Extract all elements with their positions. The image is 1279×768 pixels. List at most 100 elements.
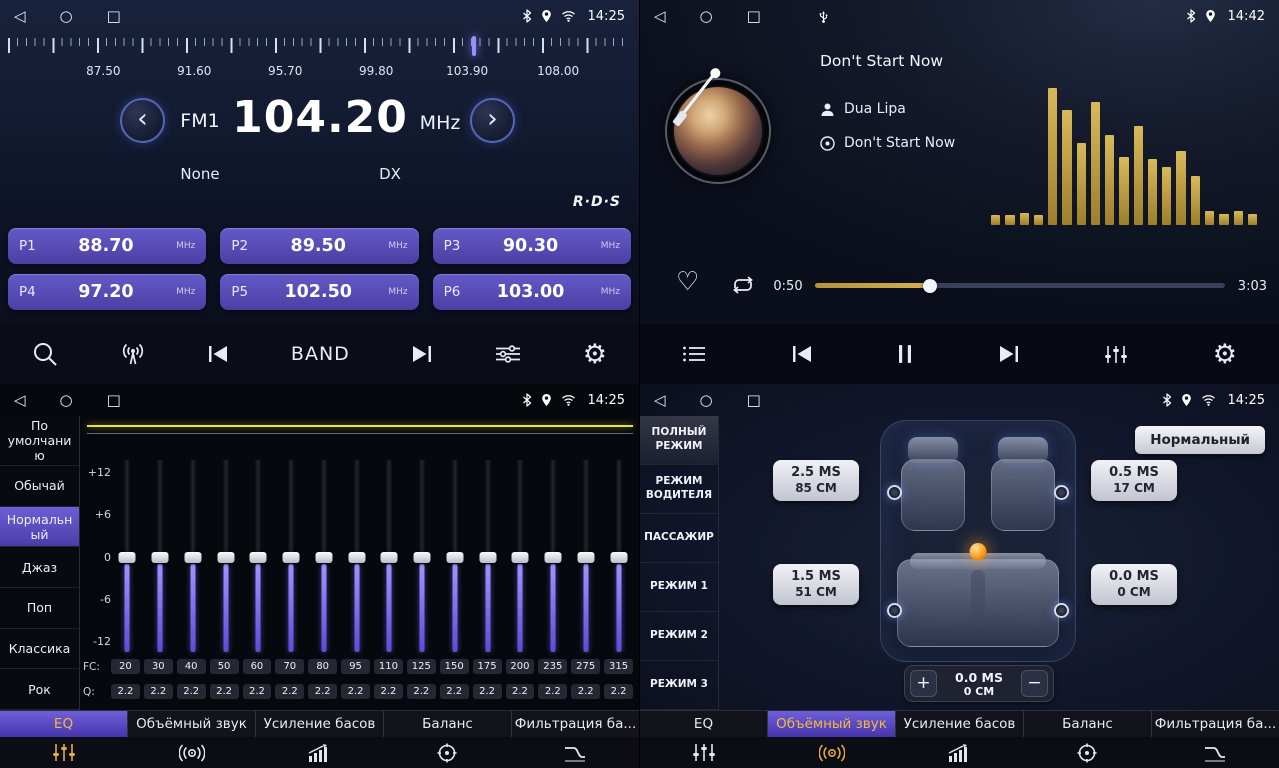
eq-slider-knob[interactable] bbox=[348, 552, 365, 563]
tab-eq[interactable]: EQ bbox=[0, 711, 128, 737]
mode-passenger[interactable]: ПАССАЖИР bbox=[640, 514, 718, 563]
tune-down-button[interactable]: ‹ bbox=[120, 98, 165, 143]
tab-surround[interactable]: Объёмный звук bbox=[128, 711, 256, 737]
tab-bass-boost[interactable]: Усиление басов bbox=[256, 711, 384, 737]
next-station-button[interactable] bbox=[411, 345, 433, 363]
tab-balance[interactable]: Баланс bbox=[1024, 711, 1152, 737]
eq-slider-knob[interactable] bbox=[512, 552, 529, 563]
eq-band-slider[interactable] bbox=[471, 460, 504, 652]
eq-band-slider[interactable] bbox=[144, 460, 177, 652]
eq-slider-knob[interactable] bbox=[381, 552, 398, 563]
tab-filter[interactable]: Фильтрация ба... bbox=[1152, 711, 1279, 737]
dx-mode-toggle[interactable]: DX bbox=[379, 165, 401, 183]
broadcast-button[interactable] bbox=[120, 343, 146, 365]
mode-full[interactable]: ПОЛНЫЙ РЕЖИМ bbox=[640, 416, 718, 465]
delay-increase-button[interactable]: + bbox=[910, 670, 937, 697]
eq-slider-knob[interactable] bbox=[414, 552, 431, 563]
seek-bar[interactable] bbox=[815, 283, 1225, 288]
preset-p2[interactable]: P289.50MHz bbox=[220, 228, 418, 264]
listening-position-marker[interactable] bbox=[970, 543, 987, 560]
audio-settings-button[interactable] bbox=[1104, 345, 1128, 364]
eq-band-slider[interactable] bbox=[602, 460, 635, 652]
nav-home-icon[interactable]: ○ bbox=[60, 9, 73, 24]
surround-tab-icon-cell[interactable] bbox=[768, 737, 896, 768]
tab-filter[interactable]: Фильтрация ба... bbox=[512, 711, 639, 737]
next-track-button[interactable] bbox=[998, 345, 1020, 363]
mode-1[interactable]: РЕЖИМ 1 bbox=[640, 563, 718, 612]
eq-slider-knob[interactable] bbox=[119, 552, 136, 563]
bass-tab-icon-cell[interactable] bbox=[896, 737, 1024, 768]
nav-home-icon[interactable]: ○ bbox=[700, 393, 713, 408]
tab-eq[interactable]: EQ bbox=[640, 711, 768, 737]
nav-recent-icon[interactable]: □ bbox=[107, 393, 121, 408]
eq-band-slider[interactable] bbox=[111, 460, 144, 652]
delay-decrease-button[interactable]: − bbox=[1021, 670, 1048, 697]
previous-station-button[interactable] bbox=[207, 345, 229, 363]
favorite-button[interactable]: ♡ bbox=[676, 269, 699, 295]
eq-band-slider[interactable] bbox=[275, 460, 308, 652]
mode-2[interactable]: РЕЖИМ 2 bbox=[640, 612, 718, 661]
album-art[interactable] bbox=[665, 78, 771, 184]
eq-band-slider[interactable] bbox=[537, 460, 570, 652]
filter-tab-icon-cell[interactable] bbox=[1151, 737, 1279, 768]
previous-track-button[interactable] bbox=[791, 345, 813, 363]
repeat-button[interactable] bbox=[730, 276, 756, 294]
nav-recent-icon[interactable]: □ bbox=[747, 393, 761, 408]
frequency-ruler[interactable] bbox=[8, 38, 631, 62]
eq-preset-custom[interactable]: Обычай bbox=[0, 466, 79, 507]
eq-tab-icon-cell[interactable] bbox=[0, 737, 128, 768]
eq-band-slider[interactable] bbox=[373, 460, 406, 652]
tab-balance[interactable]: Баланс bbox=[384, 711, 512, 737]
eq-tab-icon-cell[interactable] bbox=[640, 737, 768, 768]
eq-slider-knob[interactable] bbox=[152, 552, 169, 563]
car-cabin-diagram[interactable] bbox=[880, 420, 1076, 662]
field-preset-button[interactable]: Нормальный bbox=[1135, 426, 1265, 454]
eq-preset-default[interactable]: По умолчанию bbox=[0, 416, 79, 466]
balance-tab-icon-cell[interactable] bbox=[383, 737, 511, 768]
nav-recent-icon[interactable]: □ bbox=[747, 9, 761, 24]
mode-3[interactable]: РЕЖИМ 3 bbox=[640, 661, 718, 710]
settings-button[interactable]: ⚙ bbox=[1213, 341, 1237, 368]
band-button[interactable]: BAND bbox=[291, 343, 350, 365]
nav-home-icon[interactable]: ○ bbox=[60, 393, 73, 408]
eq-slider-knob[interactable] bbox=[217, 552, 234, 563]
balance-tab-icon-cell[interactable] bbox=[1023, 737, 1151, 768]
eq-slider-knob[interactable] bbox=[283, 552, 300, 563]
tune-up-button[interactable]: › bbox=[470, 98, 515, 143]
preset-p3[interactable]: P390.30MHz bbox=[433, 228, 631, 264]
eq-preset-classic[interactable]: Классика bbox=[0, 629, 79, 670]
eq-slider-knob[interactable] bbox=[446, 552, 463, 563]
front-left-delay-button[interactable]: 2.5 MS 85 CM bbox=[773, 460, 859, 501]
eq-band-slider[interactable] bbox=[308, 460, 341, 652]
bass-tab-icon-cell[interactable] bbox=[256, 737, 384, 768]
front-right-delay-button[interactable]: 0.5 MS 17 CM bbox=[1091, 460, 1177, 501]
eq-band-slider[interactable] bbox=[209, 460, 242, 652]
rear-left-delay-button[interactable]: 1.5 MS 51 CM bbox=[773, 564, 859, 605]
eq-slider-knob[interactable] bbox=[577, 552, 594, 563]
tab-bass-boost[interactable]: Усиление басов bbox=[896, 711, 1024, 737]
eq-preset-jazz[interactable]: Джаз bbox=[0, 547, 79, 588]
eq-band-slider[interactable] bbox=[570, 460, 603, 652]
nav-back-icon[interactable]: ◁ bbox=[14, 393, 26, 408]
surround-tab-icon-cell[interactable] bbox=[128, 737, 256, 768]
settings-button[interactable]: ⚙ bbox=[583, 341, 607, 368]
scan-button[interactable] bbox=[32, 341, 58, 367]
eq-slider-knob[interactable] bbox=[250, 552, 267, 563]
eq-slider-knob[interactable] bbox=[545, 552, 562, 563]
preset-p6[interactable]: P6103.00MHz bbox=[433, 274, 631, 310]
mode-driver[interactable]: РЕЖИМ ВОДИТЕЛЯ bbox=[640, 465, 718, 514]
eq-preset-normal[interactable]: Нормальный bbox=[0, 507, 79, 548]
preset-p4[interactable]: P497.20MHz bbox=[8, 274, 206, 310]
nav-back-icon[interactable]: ◁ bbox=[654, 9, 666, 24]
eq-preset-pop[interactable]: Поп bbox=[0, 588, 79, 629]
nav-back-icon[interactable]: ◁ bbox=[654, 393, 666, 408]
eq-band-slider[interactable] bbox=[439, 460, 472, 652]
tab-surround[interactable]: Объёмный звук bbox=[768, 711, 896, 737]
eq-preset-rock[interactable]: Рок bbox=[0, 669, 79, 710]
eq-band-slider[interactable] bbox=[406, 460, 439, 652]
eq-slider-knob[interactable] bbox=[315, 552, 332, 563]
seek-bar-knob[interactable] bbox=[923, 279, 937, 293]
nav-back-icon[interactable]: ◁ bbox=[14, 9, 26, 24]
eq-band-slider[interactable] bbox=[340, 460, 373, 652]
eq-band-slider[interactable] bbox=[177, 460, 210, 652]
